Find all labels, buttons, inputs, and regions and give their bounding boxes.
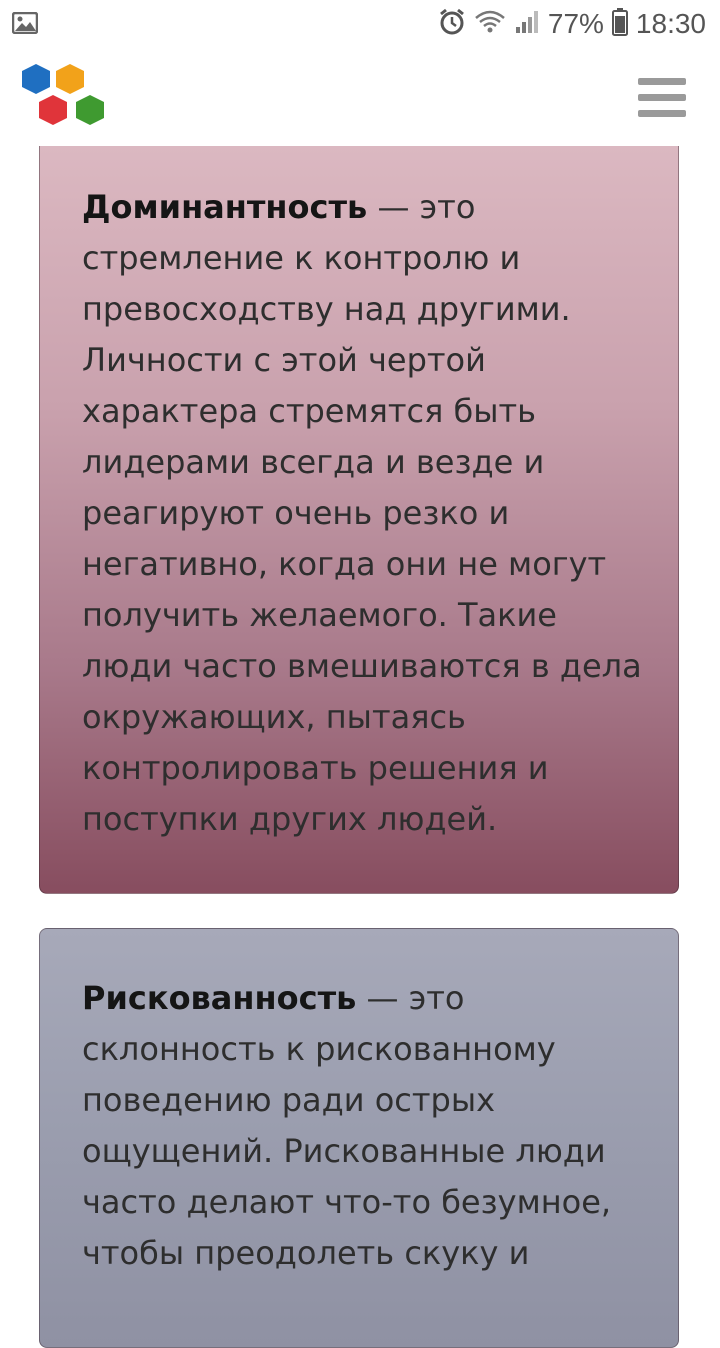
alarm-icon	[438, 8, 466, 41]
trait-term: Доминантность	[82, 188, 368, 226]
clock: 18:30	[635, 8, 706, 39]
site-header	[0, 48, 720, 146]
wifi-icon	[474, 9, 506, 40]
battery-icon	[611, 7, 628, 41]
status-bar: 77% 18:30	[0, 0, 720, 48]
trait-card-dominance: Доминантность — это стремление к контрол…	[39, 146, 679, 894]
trait-definition: — это стремление к контролю и превосходс…	[82, 188, 642, 838]
trait-definition: — это склонность к рискованному поведени…	[82, 979, 612, 1272]
site-logo[interactable]	[18, 62, 110, 136]
trait-description: Рискованность — это склонность к рискова…	[82, 973, 642, 1279]
trait-term: Рискованность	[82, 979, 357, 1017]
signal-icon	[514, 9, 540, 40]
gallery-notification-icon	[11, 11, 39, 39]
hamburger-menu-icon[interactable]	[638, 78, 686, 118]
battery-percent: 77%	[547, 8, 604, 39]
trait-description: Доминантность — это стремление к контрол…	[82, 182, 642, 845]
trait-card-riskiness: Рискованность — это склонность к рискова…	[39, 928, 679, 1348]
